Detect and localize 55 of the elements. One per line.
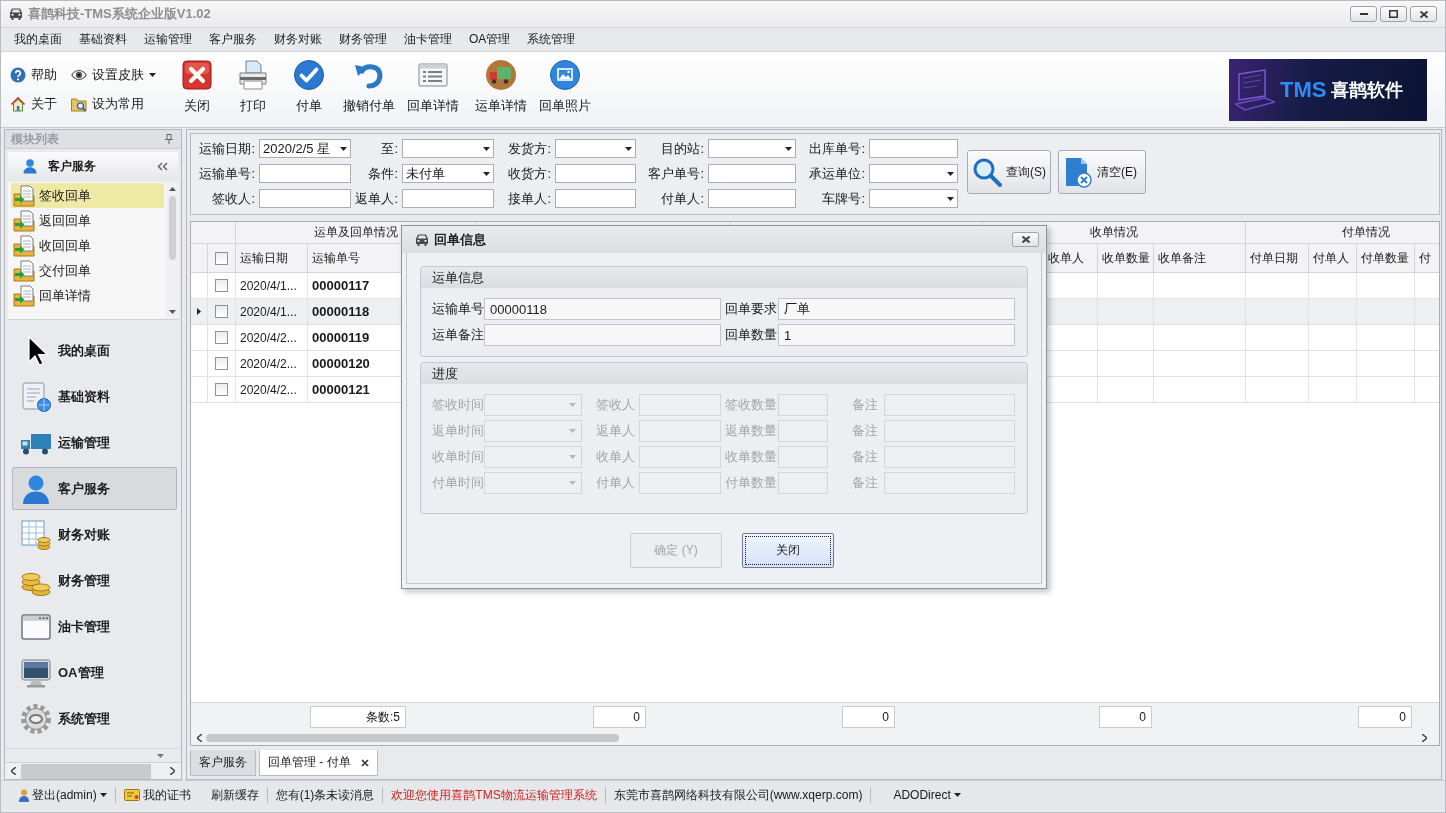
field-label: 出库单号: bbox=[808, 140, 866, 158]
field-label: 签收数量 bbox=[724, 396, 778, 414]
field-label: 目的站: bbox=[660, 140, 705, 158]
table-cell: 2020/4/1... bbox=[236, 299, 308, 324]
field-label: 回单要求 bbox=[724, 300, 778, 318]
logo-abbreviation: TMS bbox=[1280, 76, 1327, 103]
field-label: 运输日期: bbox=[198, 140, 256, 158]
total-field: 0 bbox=[1099, 706, 1152, 728]
field-label: 备注 bbox=[851, 474, 879, 492]
field-label: 付单人: bbox=[660, 190, 705, 208]
field-label: 运输单号: bbox=[198, 165, 256, 183]
field-label: 发货方: bbox=[507, 140, 552, 158]
field-label: 付单时间 bbox=[432, 474, 484, 492]
field-label: 回单数量 bbox=[724, 326, 778, 344]
field-label: 签收人 bbox=[595, 396, 636, 414]
window-title: 喜鹊科技-TMS系统企业版V1.02 bbox=[28, 5, 211, 23]
column-group-header: 付单情况 bbox=[1341, 224, 1391, 241]
field-label: 签收时间 bbox=[432, 396, 484, 414]
group-title: 进度 bbox=[421, 363, 1027, 384]
total-field: 0 bbox=[593, 706, 646, 728]
field-label: 接单人: bbox=[507, 190, 552, 208]
field-label: 条件: bbox=[367, 165, 399, 183]
field-label: 至: bbox=[380, 140, 399, 158]
field-label: 收单人 bbox=[595, 448, 636, 466]
field-label: 返单数量 bbox=[724, 422, 778, 440]
field-label: 签收人: bbox=[211, 190, 256, 208]
field-label: 运单备注 bbox=[432, 326, 484, 344]
field-label: 承运单位: bbox=[808, 165, 866, 183]
field-label: 返单时间 bbox=[432, 422, 484, 440]
table-cell: 2020/4/2... bbox=[236, 377, 308, 402]
table-cell: 2020/4/2... bbox=[236, 351, 308, 376]
total-field: 条数:5 bbox=[310, 706, 406, 728]
table-cell: 2020/4/1... bbox=[236, 273, 308, 298]
field-label: 返单人 bbox=[595, 422, 636, 440]
field-label: 收单时间 bbox=[432, 448, 484, 466]
module-group-title: 客户服务 bbox=[48, 157, 96, 175]
field-label: 付单数量 bbox=[724, 474, 778, 492]
total-field: 0 bbox=[842, 706, 895, 728]
field-label: 备注 bbox=[851, 396, 879, 414]
field-label: 付单人 bbox=[595, 474, 636, 492]
field-label: 收单数量 bbox=[724, 448, 778, 466]
field-label: 客户单号: bbox=[647, 165, 705, 183]
sidebar-title: 模块列表 bbox=[11, 130, 59, 148]
field-label: 运输单号 bbox=[432, 300, 484, 318]
field-label: 返单人: bbox=[354, 190, 399, 208]
field-label: 车牌号: bbox=[821, 190, 866, 208]
field-label: 备注 bbox=[851, 422, 879, 440]
logo-name: 喜鹊软件 bbox=[1331, 78, 1404, 102]
field-label: 备注 bbox=[851, 448, 879, 466]
field-label: 收货方: bbox=[507, 165, 552, 183]
table-cell: 2020/4/2... bbox=[236, 325, 308, 350]
company-info: 东莞市喜鹊网络科技有限公司(www.xqerp.com) bbox=[612, 786, 864, 804]
group-title: 运单信息 bbox=[421, 267, 1027, 288]
welcome-message: 欢迎您使用喜鹊TMS物流运输管理系统 bbox=[390, 786, 598, 804]
total-field: 0 bbox=[1358, 706, 1412, 728]
